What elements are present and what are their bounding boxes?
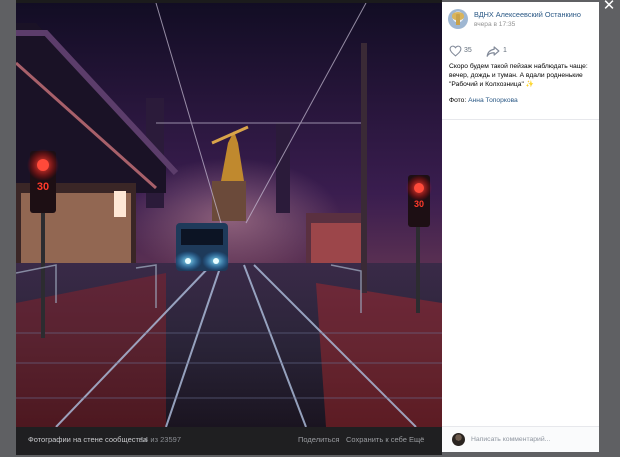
- author-name-link[interactable]: ВДНХ Алексеевский Останкино: [474, 10, 581, 19]
- post-photo[interactable]: 30 30: [16, 3, 442, 427]
- right-signal-digits: 30: [414, 199, 424, 209]
- left-signal-digits: 30: [37, 181, 49, 193]
- share-photo-button[interactable]: Поделиться: [298, 435, 339, 444]
- photo-footer: Фотографии на стене сообщества 14 из 235…: [16, 427, 442, 455]
- divider: [442, 119, 599, 120]
- close-icon[interactable]: ✕: [600, 0, 618, 15]
- share-arrow-icon: [486, 46, 500, 57]
- photo-credit: Фото: Анна Топоркова: [449, 97, 518, 104]
- photo-image: 30 30: [16, 3, 442, 427]
- photo-counter: 14 из 23597: [140, 435, 181, 444]
- author-avatar[interactable]: [448, 9, 468, 29]
- user-avatar: [452, 433, 465, 446]
- photo-viewer: 30 30 Фотографии на стене сообщества 14 …: [16, 0, 442, 455]
- post-text-body: Скоро будем такой пейзаж наблюдать чаще:…: [449, 63, 588, 88]
- post-text: Скоро будем такой пейзаж наблюдать чаще:…: [449, 62, 597, 89]
- album-link[interactable]: Фотографии на стене сообщества: [28, 435, 147, 444]
- shares-count: 1: [503, 47, 507, 54]
- avatar-tower: [456, 14, 460, 25]
- credit-label: Фото:: [449, 97, 467, 104]
- comment-bar: [442, 426, 599, 452]
- likes-count: 35: [464, 47, 472, 54]
- more-menu-button[interactable]: Ещё: [409, 435, 424, 444]
- credit-author-link[interactable]: Анна Топоркова: [468, 97, 518, 104]
- heart-icon: [449, 45, 462, 57]
- comment-input[interactable]: [471, 431, 591, 448]
- share-button[interactable]: 1: [486, 45, 516, 57]
- save-photo-button[interactable]: Сохранить к себе: [346, 435, 407, 444]
- sparkles-emoji: ✨: [525, 81, 535, 88]
- like-button[interactable]: 35: [449, 45, 489, 57]
- post-panel: ВДНХ Алексеевский Останкино вчера в 17:3…: [442, 2, 599, 452]
- author-row: ВДНХ Алексеевский Останкино вчера в 17:3…: [448, 9, 596, 31]
- post-timestamp[interactable]: вчера в 17:35: [474, 21, 515, 28]
